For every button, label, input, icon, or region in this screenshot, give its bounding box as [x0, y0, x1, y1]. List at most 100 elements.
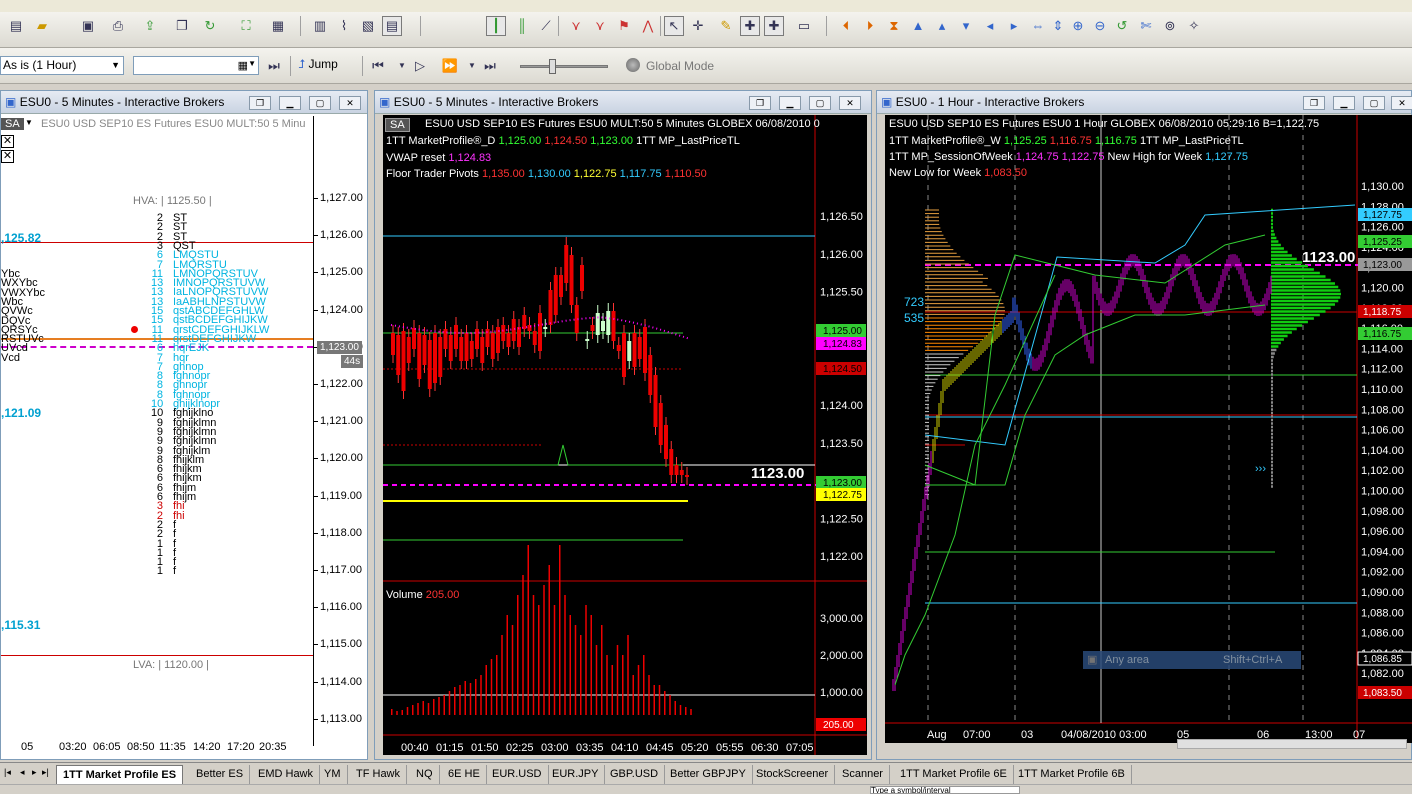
go-end-icon[interactable]: ⏭: [264, 56, 284, 76]
plus-2-icon[interactable]: ✚: [764, 16, 784, 36]
new-icon[interactable]: ▤: [6, 16, 26, 36]
cursor-icon[interactable]: ↖: [664, 16, 684, 36]
tab-5[interactable]: NQ: [410, 765, 440, 784]
candle-icon[interactable]: ║: [512, 16, 532, 36]
decrease-icon[interactable]: ▴: [932, 16, 952, 36]
indicator-icon[interactable]: ⋎: [566, 16, 586, 36]
close-button[interactable]: ✕: [1391, 96, 1412, 110]
window-title[interactable]: ▣ ESU0 - 1 Hour - Interactive Brokers: [877, 91, 1411, 114]
zoom-out-icon[interactable]: ⊖: [1090, 16, 1110, 36]
calc-icon[interactable]: ▦: [268, 16, 288, 36]
maximize-button[interactable]: ▢: [309, 96, 331, 110]
chevron-down-icon[interactable]: ▼: [248, 59, 256, 68]
right-chart-window[interactable]: ▣ ESU0 - 1 Hour - Interactive Brokers ❐ …: [876, 90, 1412, 760]
tab-12[interactable]: Scanner: [836, 765, 890, 784]
global-mode-icon[interactable]: [626, 58, 640, 72]
expand-left-icon[interactable]: ◂: [980, 16, 1000, 36]
right-plot[interactable]: 1,130.001,128.001,126.001,124.001,122.00…: [885, 115, 1412, 743]
tab-4[interactable]: TF Hawk: [350, 765, 407, 784]
tab-8[interactable]: EUR.JPY: [546, 765, 606, 784]
maximize-button[interactable]: ▢: [809, 96, 831, 110]
jump-button[interactable]: ⮥ Jump: [298, 57, 338, 72]
compress-icon[interactable]: ▾: [956, 16, 976, 36]
tab-prev-icon[interactable]: ◂: [20, 767, 25, 778]
mid-chart-window[interactable]: ▣ ESU0 - 5 Minutes - Interactive Brokers…: [374, 90, 872, 760]
chart-layout-icon[interactable]: ▤: [382, 16, 402, 36]
sa-button[interactable]: SA: [385, 118, 410, 132]
pattern-icon[interactable]: ⋀: [638, 16, 658, 36]
tab-11[interactable]: StockScreener: [750, 765, 836, 784]
tab-9[interactable]: GBP.USD: [604, 765, 666, 784]
minimize-button[interactable]: ▁: [279, 96, 301, 110]
minimize-button[interactable]: ▁: [779, 96, 801, 110]
tab-2[interactable]: EMD Hawk: [252, 765, 321, 784]
strategy-icon[interactable]: ⚑: [614, 16, 634, 36]
zoom-in-icon[interactable]: ⊕: [1068, 16, 1088, 36]
indicator-2-icon[interactable]: ⋎: [590, 16, 610, 36]
restore-icon[interactable]: ❐: [249, 96, 271, 110]
chart-icon[interactable]: ▥: [310, 16, 330, 36]
chart-line-icon[interactable]: ⌇: [334, 16, 354, 36]
global-mode-label[interactable]: Global Mode: [646, 59, 714, 73]
maximize-button[interactable]: ▢: [1363, 96, 1385, 110]
line-chart-icon[interactable]: ⟋: [536, 16, 556, 36]
play-icon[interactable]: ▷: [410, 56, 430, 76]
chevron-down-icon[interactable]: ▼: [25, 118, 33, 127]
left-plot[interactable]: SA ▼ ESU0 USD SEP10 ES Futures ESU0 MULT…: [1, 116, 313, 746]
close-button[interactable]: ✕: [839, 96, 861, 110]
expand-h-icon[interactable]: ⇔: [1028, 16, 1048, 36]
copy-icon[interactable]: ❐: [172, 16, 192, 36]
expand-v-icon[interactable]: ⇕: [1048, 16, 1068, 36]
network-icon[interactable]: ⛶: [236, 16, 256, 36]
save-icon[interactable]: ▣: [78, 16, 98, 36]
tab-last-icon[interactable]: ▸|: [42, 767, 49, 778]
open-folder-icon[interactable]: ▰: [32, 16, 52, 36]
calendar-icon[interactable]: ▦: [238, 59, 248, 72]
hourglass-icon[interactable]: ⧗: [884, 16, 904, 36]
tab-1[interactable]: Better ES: [190, 765, 251, 784]
tab-7[interactable]: EUR.USD: [486, 765, 549, 784]
go-last-icon[interactable]: ⏭: [480, 56, 500, 76]
date-input[interactable]: ▦ ▼: [133, 56, 259, 75]
comment-icon[interactable]: ✎: [716, 16, 736, 36]
tab-first-icon[interactable]: |◂: [4, 767, 11, 778]
reload-icon[interactable]: ↺: [1112, 16, 1132, 36]
close-button[interactable]: ✕: [339, 96, 361, 110]
scissors-icon[interactable]: ✄: [1136, 16, 1156, 36]
print-icon[interactable]: ⎙: [108, 16, 128, 36]
plus-icon[interactable]: ✚: [740, 16, 760, 36]
expand-right-icon[interactable]: ▸: [1004, 16, 1024, 36]
chart-scan-icon[interactable]: ▧: [358, 16, 378, 36]
scroll-right-icon[interactable]: ⏵: [860, 16, 880, 36]
scroll-left-icon[interactable]: ⏴: [836, 16, 856, 36]
mid-plot[interactable]: 1,126.50 1,126.00 1,125.50 1,125.00 1,124.50…: [383, 115, 867, 755]
binoculars-icon[interactable]: ⊚: [1160, 16, 1180, 36]
close-icon[interactable]: ✕: [1, 150, 14, 163]
minimize-button[interactable]: ▁: [1333, 96, 1355, 110]
tab-6[interactable]: 6E HE: [442, 765, 487, 784]
refresh-icon[interactable]: ↻: [200, 16, 220, 36]
restore-icon[interactable]: ❐: [1303, 96, 1325, 110]
step-back-icon[interactable]: ⏮: [368, 56, 388, 76]
interval-select[interactable]: As is (1 Hour) ▼: [0, 56, 124, 75]
tab-10[interactable]: Better GBPJPY: [664, 765, 753, 784]
chevron-down-icon[interactable]: ▼: [462, 56, 482, 76]
tab-next-icon[interactable]: ▸: [32, 767, 37, 778]
restore-icon[interactable]: ❐: [749, 96, 771, 110]
export-icon[interactable]: ⇪: [140, 16, 160, 36]
tab-14[interactable]: 1TT Market Profile 6B: [1012, 765, 1132, 784]
bar-chart-icon[interactable]: ┃: [486, 16, 506, 36]
tab-0[interactable]: 1TT Market Profile ES: [56, 765, 184, 784]
tab-3[interactable]: YM: [318, 765, 348, 784]
increase-icon[interactable]: ▲: [908, 16, 928, 36]
slider-thumb[interactable]: [549, 59, 556, 74]
speed-slider[interactable]: [520, 59, 608, 74]
magic-icon[interactable]: ✧: [1184, 16, 1204, 36]
chevron-down-icon[interactable]: ▼: [111, 57, 120, 74]
any-area-hint[interactable]: ▣ Any area Shift+Ctrl+A: [1083, 651, 1301, 669]
chevron-down-icon[interactable]: ▼: [392, 56, 412, 76]
step-forward-icon[interactable]: ⏩: [440, 56, 460, 76]
left-chart-window[interactable]: ▣ ESU0 - 5 Minutes - Interactive Brokers…: [0, 90, 368, 760]
close-icon[interactable]: ✕: [1, 135, 14, 148]
tab-13[interactable]: 1TT Market Profile 6E: [894, 765, 1014, 784]
